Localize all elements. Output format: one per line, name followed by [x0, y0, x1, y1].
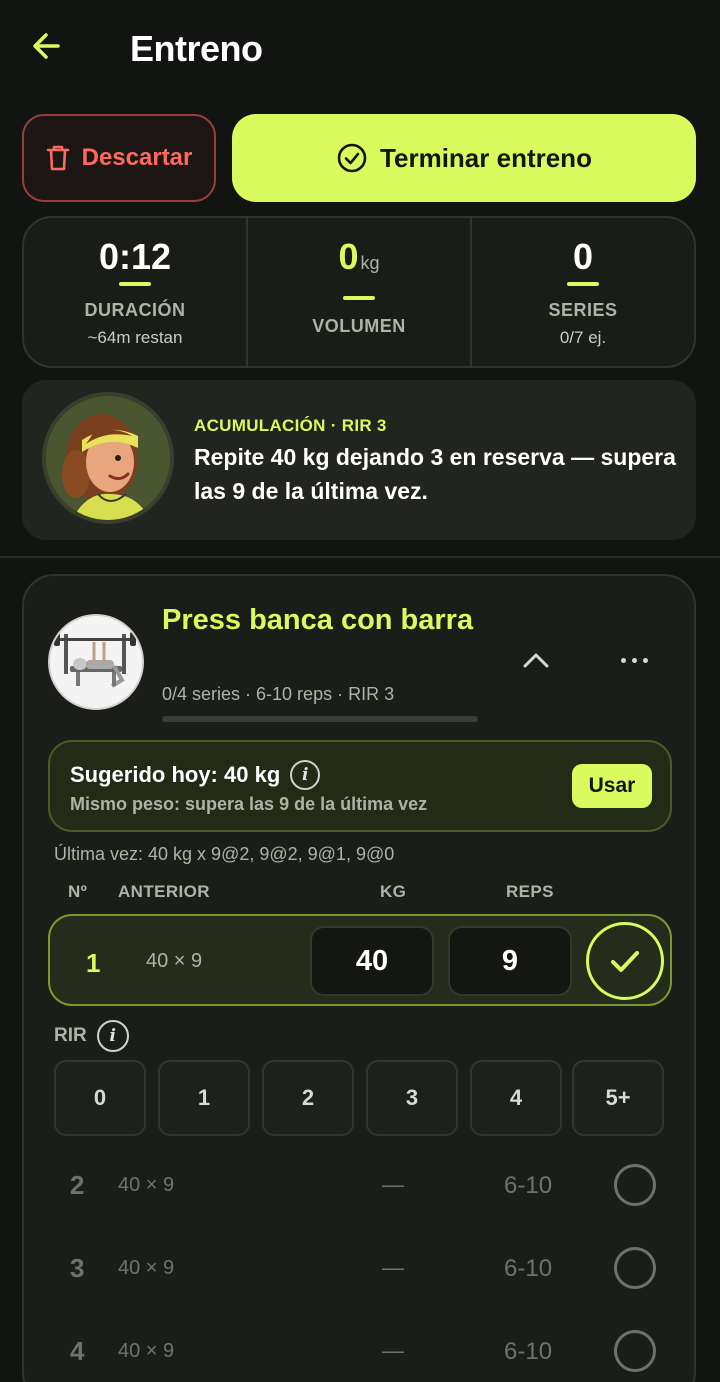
set-incomplete-icon[interactable]: [614, 1330, 656, 1372]
exercise-progress-bar: [162, 716, 478, 722]
volume-unit: kg: [360, 253, 380, 273]
duration-underline: [119, 282, 151, 286]
rir-label: RIR: [54, 1025, 87, 1046]
exercise-thumbnail[interactable]: [48, 614, 144, 710]
series-label: SERIES: [548, 300, 618, 320]
previous-value: 40 × 9: [118, 1174, 175, 1196]
finish-workout-button[interactable]: Terminar entreno: [232, 114, 696, 202]
page-title: Entreno: [130, 28, 263, 69]
exercise-card: Press banca con barra 0/4 series · 6-10 …: [22, 574, 696, 1382]
workout-stats: 0:12 DURACIÓN ~64m restan 0 kg VOLUMEN 0 …: [22, 216, 696, 368]
arrow-left-icon[interactable]: [28, 26, 68, 66]
previous-value: 40 × 9: [118, 1340, 175, 1362]
discard-label: Descartar: [81, 144, 193, 171]
use-suggestion-button[interactable]: Usar: [572, 764, 652, 808]
reps-range: 6-10: [504, 1338, 553, 1365]
set-row[interactable]: 2 40 × 9 — 6-10: [48, 1156, 672, 1216]
suggestion-subtitle: Mismo peso: supera las 9 de la última ve…: [70, 794, 428, 814]
chevron-up-icon[interactable]: [520, 648, 552, 672]
volume-value: 0 kg: [248, 236, 470, 278]
trash-icon: [46, 145, 69, 171]
rir-option-0[interactable]: 0: [54, 1060, 146, 1136]
checkmark-icon: [611, 951, 639, 972]
rir-option-1[interactable]: 1: [158, 1060, 250, 1136]
set-number: 2: [70, 1170, 85, 1200]
set-number: 4: [70, 1336, 85, 1366]
coach-tip: ACUMULACIÓN · RIR 3 Repite 40 kg dejando…: [22, 380, 696, 540]
set-row[interactable]: 3 40 × 9 — 6-10: [48, 1239, 672, 1299]
reps-range: 6-10: [504, 1255, 553, 1282]
duration-label: DURACIÓN: [84, 300, 186, 320]
section-divider: [0, 556, 720, 558]
kg-placeholder: —: [382, 1172, 404, 1197]
header-reps: REPS: [506, 882, 554, 901]
stat-volume: 0 kg VOLUMEN: [246, 218, 470, 366]
reps-input[interactable]: 9: [448, 926, 572, 996]
rir-info-icon[interactable]: i: [96, 1020, 129, 1052]
duration-remaining: ~64m restan: [87, 328, 183, 347]
kg-placeholder: —: [382, 1255, 404, 1280]
volume-underline: [343, 296, 375, 300]
header-previous: ANTERIOR: [118, 882, 210, 901]
set-incomplete-icon[interactable]: [614, 1164, 656, 1206]
previous-value: 40 × 9: [146, 950, 203, 972]
weight-suggestion: Sugerido hoy: 40 kg i Mismo peso: supera…: [48, 740, 672, 832]
more-options-icon[interactable]: [616, 648, 652, 672]
set-number: 3: [70, 1253, 85, 1283]
bench-press-icon: [50, 616, 142, 708]
rir-option-3[interactable]: 3: [366, 1060, 458, 1136]
check-circle-icon: [337, 143, 367, 173]
duration-value: 0:12: [98, 236, 172, 277]
stat-duration: 0:12 DURACIÓN ~64m restan: [24, 218, 246, 366]
volume-label: VOLUMEN: [312, 316, 406, 336]
coach-avatar: [42, 392, 174, 524]
series-count: 0/7 ej.: [559, 328, 607, 347]
finish-label: Terminar entreno: [380, 142, 592, 173]
rir-label-row: RIR i: [54, 1020, 129, 1052]
last-time-summary: Última vez: 40 kg x 9@2, 9@2, 9@1, 9@0: [54, 844, 395, 864]
header-set-number: Nº: [68, 882, 88, 901]
rir-option-4[interactable]: 4: [470, 1060, 562, 1136]
stat-series: 0 SERIES 0/7 ej.: [470, 218, 694, 366]
header-kg: KG: [380, 882, 407, 901]
app-header: Entreno: [0, 0, 720, 100]
rir-option-2[interactable]: 2: [262, 1060, 354, 1136]
info-icon[interactable]: i: [290, 760, 321, 790]
active-set-row: 1 40 × 9 40 9: [48, 914, 672, 1006]
set-row[interactable]: 4 40 × 9 — 6-10: [48, 1322, 672, 1382]
kg-placeholder: —: [382, 1338, 404, 1363]
kg-input[interactable]: 40: [310, 926, 434, 996]
complete-set-button[interactable]: [586, 922, 664, 1000]
series-underline: [567, 282, 599, 286]
previous-value: 40 × 9: [118, 1257, 175, 1279]
volume-number: 0: [338, 236, 359, 277]
suggestion-title-row: Sugerido hoy: 40 kg i: [70, 760, 321, 790]
set-incomplete-icon[interactable]: [614, 1247, 656, 1289]
exercise-name: Press banca con barra: [162, 604, 474, 636]
coach-message: Repite 40 kg dejando 3 en reserva — supe…: [194, 444, 676, 504]
coach-portrait-icon: [46, 396, 170, 520]
rir-option-5-plus[interactable]: 5+: [572, 1060, 664, 1136]
set-number: 1: [86, 948, 101, 978]
suggestion-title: Sugerido hoy: 40 kg: [70, 762, 281, 787]
exercise-meta: 0/4 series · 6-10 reps · RIR 3: [162, 684, 395, 704]
reps-range: 6-10: [504, 1172, 553, 1199]
coach-phase-tag: ACUMULACIÓN · RIR 3: [194, 416, 387, 435]
series-value: 0: [572, 236, 594, 277]
discard-button[interactable]: Descartar: [22, 114, 216, 202]
